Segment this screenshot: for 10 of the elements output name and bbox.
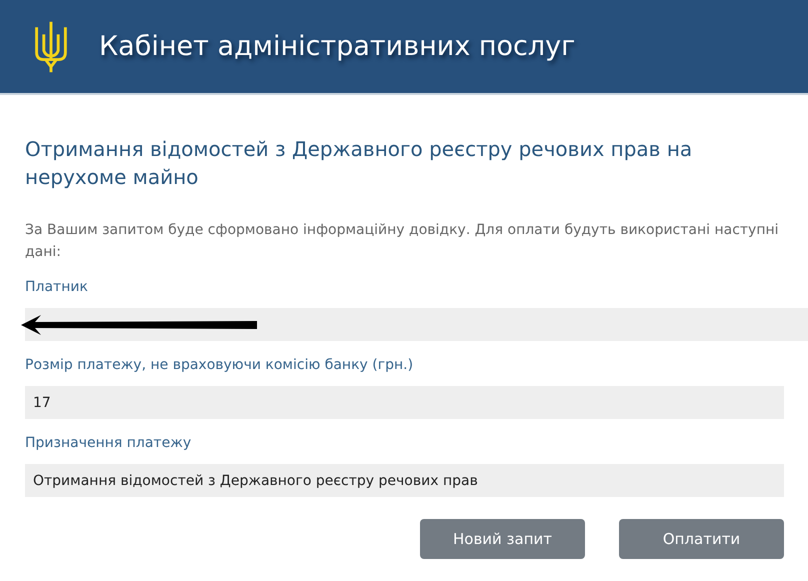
input-field[interactable]: Отримання відомостей з Державного реєстру речових прав bbox=[25, 464, 784, 497]
field-label: Платник bbox=[25, 279, 89, 297]
app-title: Кабінет адміністративних послуг bbox=[99, 31, 576, 62]
intro-text: За Вашим запитом буде сформовано інформаційну довідку. Для оплати будуть використані наступні дані: bbox=[25, 221, 780, 262]
page-heading: Отримання відомостей з Державного реєстру речових прав на нерухоме майно bbox=[25, 136, 694, 191]
field-label: Призначення платежу bbox=[25, 435, 192, 453]
action-button[interactable]: Новий запит bbox=[420, 519, 585, 559]
input-field[interactable]: 17 bbox=[25, 386, 784, 419]
action-button[interactable]: Оплатити bbox=[619, 519, 784, 559]
field-label: Розмір платежу, не враховуючи комісію банку (грн.) bbox=[25, 357, 414, 375]
